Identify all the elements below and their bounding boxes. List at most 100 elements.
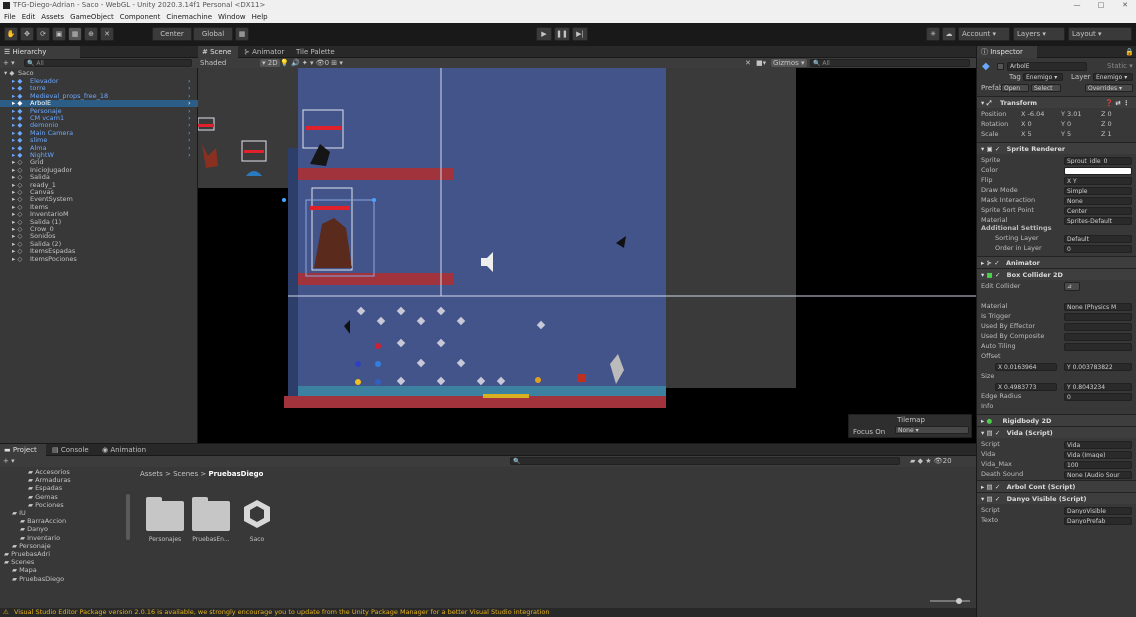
tab-inspector[interactable]: ⓘ Inspector	[977, 46, 1037, 58]
close-button[interactable]: ✕	[1118, 0, 1132, 11]
rotation-z[interactable]: Z 0	[1101, 120, 1112, 130]
sprite-renderer-field-value[interactable]: Simple	[1064, 187, 1132, 195]
rotation-x[interactable]: X 0	[1021, 120, 1032, 130]
pivot-center-button[interactable]: Center	[152, 27, 192, 41]
box-collider-field-value[interactable]	[1064, 323, 1132, 331]
project-tree-item[interactable]: ▰ Mapa	[12, 566, 37, 574]
tab-console[interactable]: ▤ Console	[48, 444, 96, 456]
tools-icon[interactable]: ✕	[745, 58, 751, 68]
box-collider-field-value[interactable]	[1064, 343, 1132, 351]
component-menu-icon[interactable]: ❓ ⇄ ⋮	[1105, 97, 1130, 109]
project-tree-item[interactable]: ▰ PruebasAdri	[4, 550, 50, 558]
box-collider-field-value[interactable]: None (Physics M	[1064, 303, 1132, 311]
hierarchy-item[interactable]: ▸ ◆ torre ›	[0, 85, 198, 93]
project-tree-item[interactable]: ▰ Pociones	[28, 501, 64, 509]
hierarchy-item[interactable]: ▸ ◆ demonio ›	[0, 122, 198, 130]
rotate-tool-icon[interactable]: ⟳	[36, 27, 50, 41]
toggle-2d-button[interactable]: ▾ 2D	[260, 59, 280, 67]
project-tree-item[interactable]: ▰ IU	[12, 509, 26, 517]
arbol-cont-header[interactable]: ▸ ▤ ✓ Arbol Cont (Script)	[977, 480, 1136, 492]
selection-handle-right[interactable]	[372, 198, 376, 202]
offset-y[interactable]: Y 0.003783822	[1064, 363, 1132, 371]
hierarchy-item[interactable]: ▸ ◇ Salida (1)	[0, 218, 198, 226]
shading-mode-dropdown[interactable]: Shaded	[200, 58, 260, 68]
scene-view-options-icons[interactable]: 💡 🔊 ✦ ▾ 👁0 ⊞ ▾	[280, 58, 343, 68]
additional-settings-row[interactable]: Additional Settings	[977, 224, 1136, 234]
hierarchy-item[interactable]: ▸ ◇ EventSystem	[0, 196, 198, 204]
menu-edit[interactable]: Edit	[22, 13, 36, 21]
hierarchy-item[interactable]: ▸ ◇ Sonidos	[0, 233, 198, 241]
move-tool-icon[interactable]: ✥	[20, 27, 34, 41]
hierarchy-item[interactable]: ▸ ◇ Canvas	[0, 188, 198, 196]
edit-collider-button[interactable]: ⊿	[1064, 282, 1080, 291]
tab-scene[interactable]: # Scene	[198, 46, 238, 58]
scene-root[interactable]: ▾ ◆ Saco	[0, 69, 198, 77]
hierarchy-item[interactable]: ▸ ◆ slime ›	[0, 136, 198, 144]
hierarchy-item[interactable]: ▸ ◇ InventarioM	[0, 210, 198, 218]
scale-x[interactable]: X 5	[1021, 130, 1032, 140]
project-tree-item[interactable]: ▰ Accesorios	[28, 468, 70, 476]
box-collider-field-value[interactable]	[1064, 333, 1132, 341]
rigidbody-header[interactable]: ▸ ● Rigidbody 2D	[977, 414, 1136, 426]
scale-z[interactable]: Z 1	[1101, 130, 1112, 140]
hierarchy-item[interactable]: ▸ ◆ Personaje ›	[0, 107, 198, 115]
project-tree-item[interactable]: ▰ BarraAccion	[20, 517, 66, 525]
hierarchy-item[interactable]: ▸ ◆ Alma ›	[0, 144, 198, 152]
hierarchy-item[interactable]: ▸ ◇ Crow_0	[0, 225, 198, 233]
hierarchy-item[interactable]: ▸ ◆ Main Camera ›	[0, 129, 198, 137]
vida-field-value[interactable]: Vida (Image)	[1064, 451, 1132, 459]
menu-help[interactable]: Help	[252, 13, 268, 21]
vida-field-value[interactable]: 100	[1064, 461, 1132, 469]
box-collider-field-value[interactable]	[1064, 313, 1132, 321]
vida-field-value[interactable]: None (Audio Sour	[1064, 471, 1132, 479]
pause-button[interactable]: ❚❚	[554, 27, 570, 41]
menu-gameobject[interactable]: GameObject	[70, 13, 114, 21]
menu-cinemachine[interactable]: Cinemachine	[166, 13, 212, 21]
project-tree-item[interactable]: ▰ PruebasDiego	[12, 575, 64, 583]
info-row[interactable]: Info	[977, 402, 1136, 412]
size-y[interactable]: Y 0.8043234	[1064, 383, 1132, 391]
transform-tool-icon[interactable]: ⊕	[84, 27, 98, 41]
prefab-overrides-dropdown[interactable]: Overrides ▾	[1085, 84, 1133, 92]
tab-animation[interactable]: ◉ Animation	[98, 444, 154, 456]
breadcrumb-pruebasdiego[interactable]: PruebasDiego	[208, 470, 263, 478]
sprite-renderer-field-value[interactable]: X Y	[1064, 177, 1132, 185]
scene-view[interactable]: # Scene ⊱ Animator Tile Palette Shaded ▾…	[198, 46, 976, 443]
position-y[interactable]: Y 3.01	[1061, 110, 1082, 120]
project-tree-item[interactable]: ▰ Armaduras	[28, 476, 71, 484]
sprite-renderer-field-value[interactable]: None	[1064, 197, 1132, 205]
tab-animator[interactable]: ⊱ Animator	[240, 46, 290, 58]
edge-radius-field[interactable]: 0	[1064, 393, 1132, 401]
project-filter-icons[interactable]: ▰ ◆ ★ 👁20	[910, 456, 952, 467]
folder-personajes-icon[interactable]	[146, 497, 184, 531]
box-collider-header[interactable]: ▾ ■ ✓ Box Collider 2D	[977, 268, 1136, 280]
project-tree-item[interactable]: ▰ Espadas	[28, 484, 62, 492]
menu-component[interactable]: Component	[120, 13, 161, 21]
hierarchy-item[interactable]: ▸ ◇ Salida (2)	[0, 240, 198, 248]
hierarchy-item[interactable]: ▸ ◇ Salida	[0, 173, 198, 181]
project-tree-item[interactable]: ▰ Inventario	[20, 534, 60, 542]
unity-scene-asset-icon[interactable]	[240, 497, 274, 531]
gizmos-dropdown[interactable]: Gizmos ▾	[771, 59, 807, 67]
menu-file[interactable]: File	[4, 13, 16, 21]
scene-search-input[interactable]: 🔍 All	[810, 59, 970, 67]
transform-header[interactable]: ▾ ⤢ Transform ❓ ⇄ ⋮	[977, 96, 1136, 108]
add-object-button[interactable]: + ▾	[3, 58, 15, 68]
custom-tool-icon[interactable]: ✕	[100, 27, 114, 41]
active-checkbox[interactable]	[997, 63, 1004, 70]
thumbnail-size-slider[interactable]	[930, 598, 970, 604]
tab-tile-palette[interactable]: Tile Palette	[292, 46, 342, 58]
collab-icon[interactable]: ✳	[926, 27, 940, 41]
tag-dropdown[interactable]: Enemigo ▾	[1023, 73, 1063, 81]
lock-icon[interactable]: 🔒	[1125, 48, 1134, 56]
hierarchy-item[interactable]: ▸ ◇ Items	[0, 203, 198, 211]
offset-x[interactable]: X 0.0163964	[995, 363, 1057, 371]
tab-project[interactable]: ▬ Project	[0, 444, 46, 456]
breadcrumb-scenes[interactable]: Scenes	[173, 470, 198, 478]
rotation-y[interactable]: Y 0	[1061, 120, 1071, 130]
maximize-button[interactable]: □	[1094, 0, 1108, 11]
prefab-select-button[interactable]: Select	[1031, 84, 1061, 92]
step-button[interactable]: ▶|	[572, 27, 588, 41]
order-in-layer-field[interactable]: 0	[1064, 245, 1132, 253]
account-dropdown[interactable]: Account ▾	[958, 27, 1010, 41]
